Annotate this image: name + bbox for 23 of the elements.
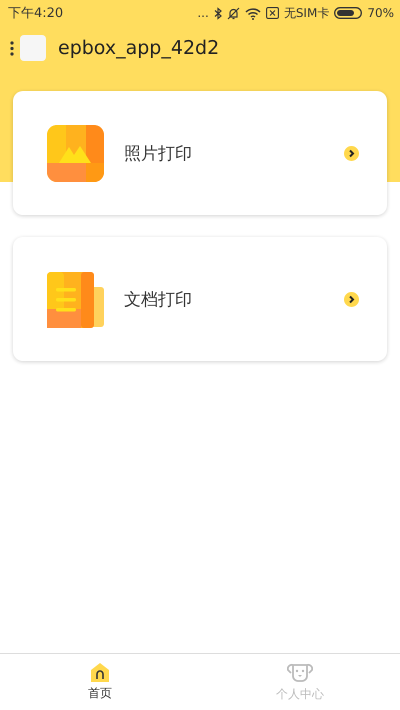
card-label: 照片打印 <box>124 142 193 164</box>
app-title: epbox_app_42d2 <box>58 37 220 59</box>
app-icon <box>20 35 46 61</box>
sim-icon <box>266 7 279 19</box>
chevron-right-icon <box>344 292 359 306</box>
wifi-icon <box>244 6 261 20</box>
nav-tab[interactable]: 首页 <box>0 654 200 710</box>
menu-card[interactable]: 文档打印 <box>13 237 387 361</box>
menu-card[interactable]: 照片打印 <box>13 91 387 215</box>
photo-icon <box>47 124 104 182</box>
more-notifications: ... <box>197 6 209 20</box>
status-time: 下午4:20 <box>8 5 64 22</box>
dog-face-icon <box>287 661 313 683</box>
battery-percent: 70% <box>367 6 394 20</box>
card-label: 文档打印 <box>124 288 193 310</box>
document-icon <box>47 270 104 328</box>
battery-icon <box>334 7 362 19</box>
chevron-right-icon <box>344 146 359 160</box>
carrier-label: 无SIM卡 <box>284 4 330 22</box>
bluetooth-icon <box>214 6 222 20</box>
mute-bell-icon <box>226 6 240 20</box>
more-icon[interactable] <box>10 40 14 56</box>
home-icon <box>90 662 110 682</box>
